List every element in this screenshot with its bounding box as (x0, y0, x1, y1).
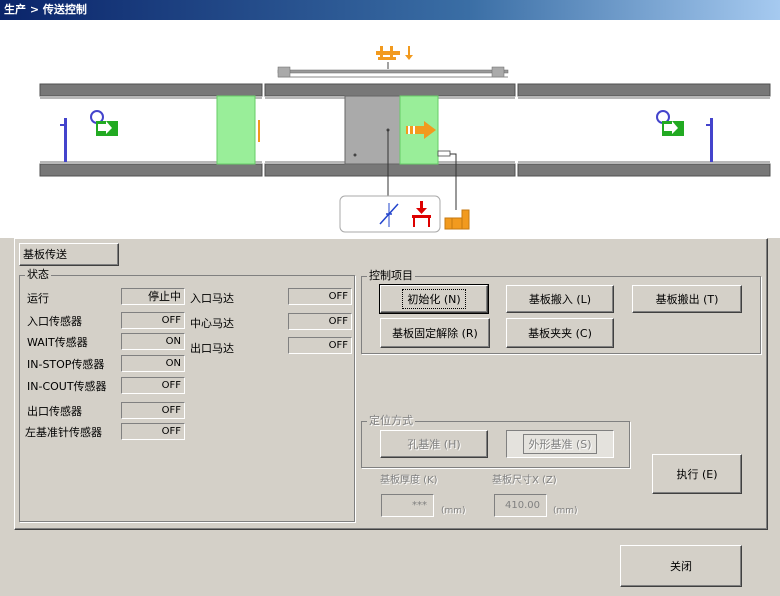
top-rails (39, 83, 771, 97)
clamp-bar (277, 66, 509, 78)
status-label-left-pin-sensor: 左基准针传感器 (25, 426, 102, 439)
status-value-run: 停止中 (121, 288, 185, 305)
status-label-in-cout-sensor: IN-COUT传感器 (27, 380, 107, 393)
outline-reference-button[interactable]: 外形基准 (S) (506, 430, 614, 458)
size-input[interactable]: 410.00 (494, 494, 547, 517)
status-label-entry-sensor: 入口传感器 (27, 315, 82, 328)
board-entry (216, 95, 256, 165)
conveyor-drawing (39, 46, 771, 233)
status-value-left-pin-sensor: OFF (121, 423, 185, 440)
status-label-wait-sensor: WAIT传感器 (27, 336, 88, 349)
size-label: 基板尺寸X (Z) (492, 475, 557, 486)
positioning-group-title: 定位方式 (367, 414, 415, 427)
close-button[interactable]: 关闭 (620, 545, 742, 587)
motor-label-center: 中心马达 (190, 317, 234, 330)
status-label-exit-sensor: 出口传感器 (27, 405, 82, 418)
status-label-run: 运行 (27, 292, 49, 305)
status-value-in-cout-sensor: OFF (121, 377, 185, 394)
load-board-button[interactable]: 基板搬入 (L) (506, 285, 614, 313)
init-button-label: 初始化 (N) (402, 289, 466, 309)
clamp-board-button[interactable]: 基板夹夹 (C) (506, 318, 614, 348)
motor-value-exit: OFF (288, 337, 352, 354)
exit-sensor-icon (656, 110, 713, 162)
thickness-unit: (mm) (441, 506, 466, 516)
unload-board-button[interactable]: 基板搬出 (T) (632, 285, 742, 313)
release-board-button[interactable]: 基板固定解除 (R) (380, 318, 490, 348)
window-title: 生产 > 传送控制 (0, 0, 780, 20)
motor-value-center: OFF (288, 313, 352, 330)
center-stage (344, 95, 401, 165)
status-group-title: 状态 (25, 268, 51, 281)
motor-label-entry: 入口马达 (190, 292, 234, 305)
clamp-icon (376, 46, 413, 60)
motor-value-entry: OFF (288, 288, 352, 305)
tab-board-transfer[interactable]: 基板传送 (19, 243, 119, 266)
thickness-label: 基板厚度 (K) (380, 475, 438, 486)
execute-button[interactable]: 执行 (E) (652, 454, 742, 494)
status-value-exit-sensor: OFF (121, 402, 185, 419)
size-unit: (mm) (553, 506, 578, 516)
init-button[interactable]: 初始化 (N) (379, 284, 489, 314)
conveyor-diagram (0, 20, 780, 238)
status-value-wait-sensor: ON (121, 333, 185, 350)
control-group-title: 控制项目 (367, 269, 415, 282)
entry-sensor-icon (60, 110, 118, 162)
thickness-input[interactable]: *** (381, 494, 434, 517)
status-value-in-stop-sensor: ON (121, 355, 185, 372)
outline-reference-label: 外形基准 (S) (523, 434, 597, 454)
status-label-in-stop-sensor: IN-STOP传感器 (27, 358, 105, 371)
status-value-entry-sensor: OFF (121, 312, 185, 329)
hole-reference-button[interactable]: 孔基准 (H) (380, 430, 488, 458)
motor-label-exit: 出口马达 (190, 342, 234, 355)
cylinder-icon (444, 209, 470, 230)
bottom-rails (39, 163, 771, 177)
